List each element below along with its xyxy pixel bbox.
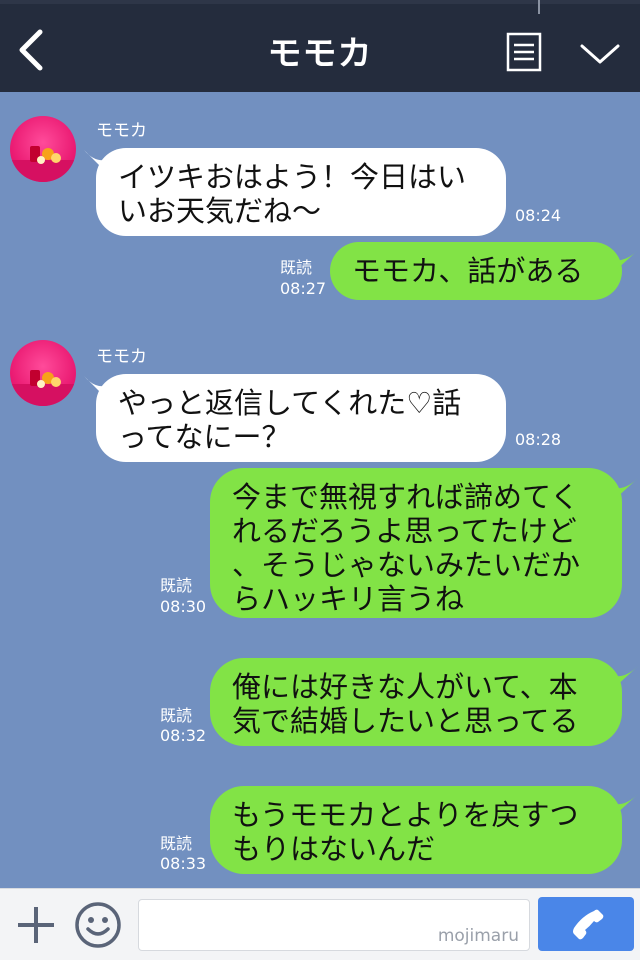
message-line: 俺には好きな人がいて、本 (232, 670, 578, 704)
input-bar: mojimaru (0, 888, 640, 960)
bubble-tail (614, 666, 638, 688)
message-bubble-outgoing[interactable]: もうモモカとよりを戻すつ もりはないんだ (210, 786, 622, 874)
message-time: 08:33 (160, 854, 207, 873)
message-time: 08:30 (160, 597, 207, 616)
watermark: mojimaru (437, 926, 519, 946)
chevron-down-icon[interactable] (578, 40, 622, 68)
message-list[interactable]: モモカ イツキおはよう！今日はい いお天気だね〜 08:24 既読 08:27 … (0, 92, 640, 888)
chat-header: モモカ (0, 0, 640, 92)
avatar[interactable] (10, 116, 76, 182)
message-time: 08:27 (280, 279, 327, 298)
message-input[interactable]: mojimaru (138, 899, 530, 951)
sender-name: モモカ (96, 121, 147, 141)
message-line: イツキおはよう！今日はい (118, 160, 467, 194)
message-bubble-incoming[interactable]: やっと返信してくれた♡話 ってなにー？ (96, 374, 506, 462)
message-time: 08:32 (160, 726, 207, 745)
message-line: 今まで無視すれば諦めてく (232, 480, 580, 514)
sender-name: モモカ (96, 347, 147, 367)
message-bubble-outgoing[interactable]: 今まで無視すれば諦めてく れるだろうよ思ってたけど 、そうじゃないみたいだか ら… (210, 468, 622, 618)
message-bubble-outgoing[interactable]: 俺には好きな人がいて、本 気で結婚したいと思ってる (210, 658, 622, 746)
status-strip (0, 0, 640, 4)
bubble-tail (614, 794, 638, 816)
message-line: モモカ、話がある (352, 254, 584, 288)
message-line: らハッキリ言うね (232, 582, 465, 616)
message-line: 、そうじゃないみたいだか (232, 548, 581, 582)
call-button[interactable] (538, 897, 634, 951)
phone-icon (573, 909, 604, 940)
read-receipt: 既読 (160, 706, 193, 725)
message-time: 08:28 (515, 430, 562, 449)
bubble-tail (614, 250, 638, 272)
message-line: 気で結婚したいと思ってる (232, 704, 579, 738)
message-bubble-incoming[interactable]: イツキおはよう！今日はい いお天気だね〜 (96, 148, 506, 236)
message-line: もりはないんだ (232, 832, 436, 866)
read-receipt: 既読 (280, 258, 313, 277)
avatar-image (10, 370, 76, 406)
bubble-tail (614, 478, 638, 500)
avatar[interactable] (10, 340, 76, 406)
message-line: いお天気だね〜 (118, 194, 322, 228)
avatar-image (10, 146, 76, 182)
message-line: れるだろうよ思ってたけど (232, 514, 577, 548)
message-line: もうモモカとよりを戻すつ (232, 798, 579, 832)
status-mark (538, 0, 540, 14)
smiley-icon[interactable] (74, 901, 122, 949)
read-receipt: 既読 (160, 834, 193, 853)
plus-icon[interactable] (14, 903, 58, 947)
page-title: モモカ (267, 34, 373, 74)
message-bubble-outgoing[interactable]: モモカ、話がある (330, 242, 622, 300)
message-time: 08:24 (515, 206, 562, 225)
read-receipt: 既読 (160, 576, 193, 595)
document-menu-icon[interactable] (506, 32, 542, 72)
message-line: ってなにー？ (118, 420, 291, 454)
message-line: やっと返信してくれた♡話 (118, 386, 462, 420)
